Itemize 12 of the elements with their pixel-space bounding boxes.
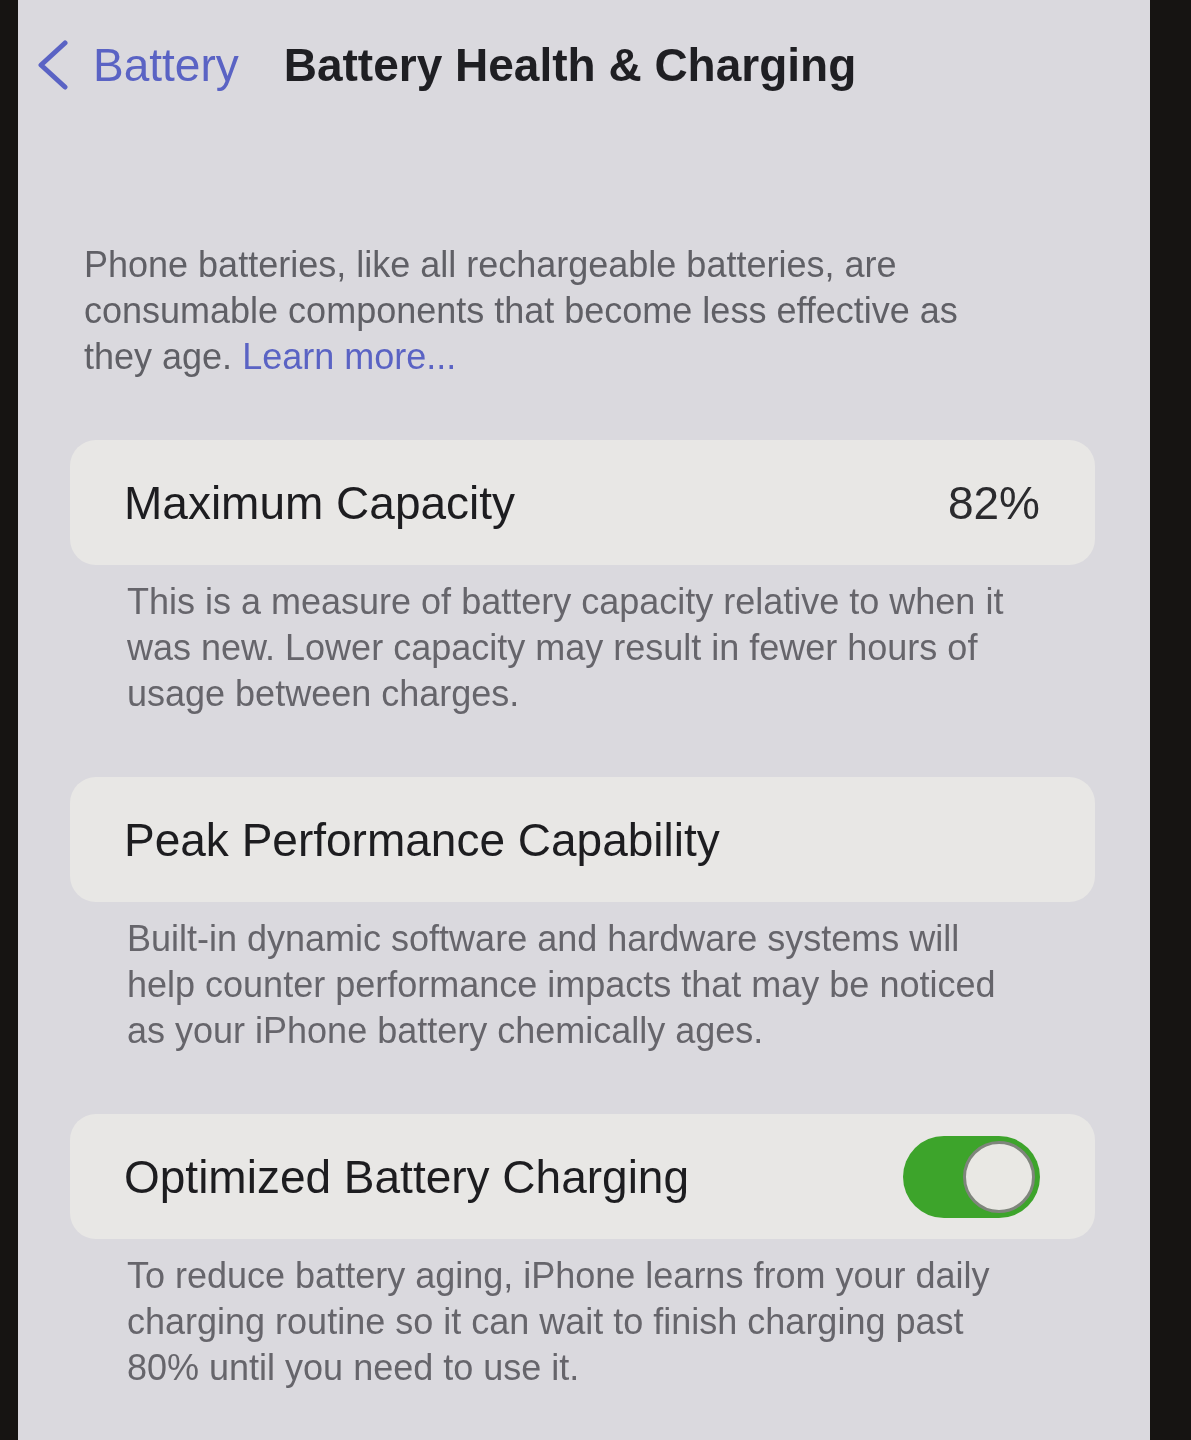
learn-more-link[interactable]: Learn more... — [242, 336, 457, 377]
row-label: Optimized Battery Charging — [124, 1149, 690, 1204]
row-label: Maximum Capacity — [124, 475, 516, 530]
page-title: Battery Health & Charging — [283, 38, 857, 93]
row-label: Peak Performance Capability — [124, 812, 720, 867]
intro-text: Phone batteries, like all rechargeable batteries, are consumable components that become less effective as they age. Learn more... — [83, 243, 959, 379]
description-text: This is a measure of battery capacity relative to when it was new. Lower capacity may result in fewer hours of usage between charges. — [126, 580, 1005, 716]
chevron-left-icon — [38, 40, 68, 90]
description-text: Built-in dynamic software and hardware systems will help counter performance impacts that may be noticed as your iPhone battery chemically ages. — [126, 917, 997, 1053]
description-text: To reduce battery aging, iPhone learns from your daily charging routine so it can wait to finish charging past 80% until you need to use it. — [126, 1254, 991, 1390]
back-button[interactable]: Battery — [38, 35, 239, 95]
value-text: 82% — [947, 475, 1040, 530]
